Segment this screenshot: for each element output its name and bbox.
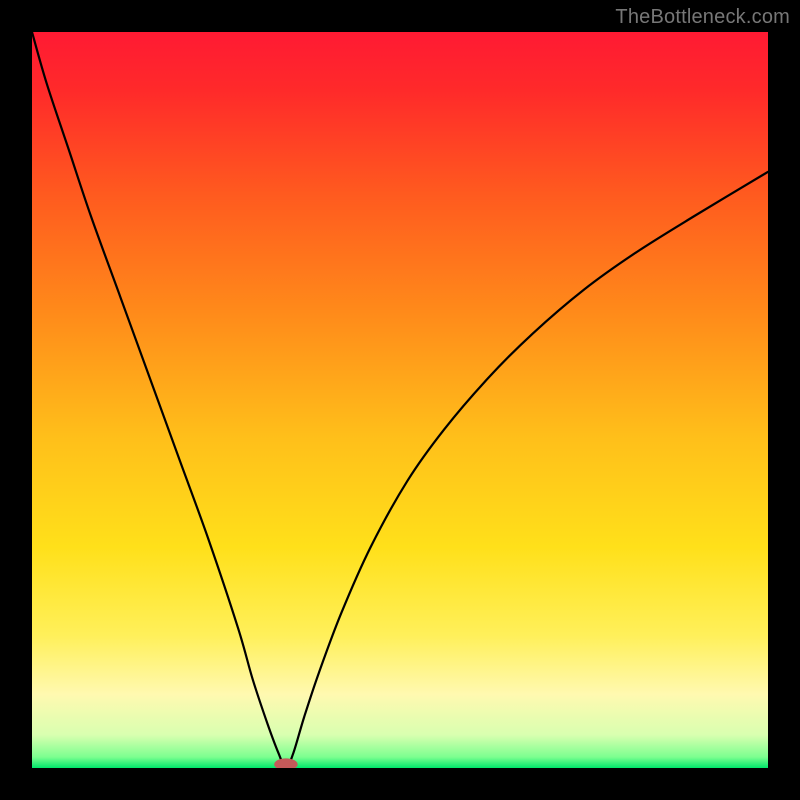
plot-area — [32, 32, 768, 768]
chart-frame: TheBottleneck.com — [0, 0, 800, 800]
watermark-text: TheBottleneck.com — [615, 6, 790, 29]
gradient-background — [32, 32, 768, 768]
bottleneck-chart — [32, 32, 768, 768]
